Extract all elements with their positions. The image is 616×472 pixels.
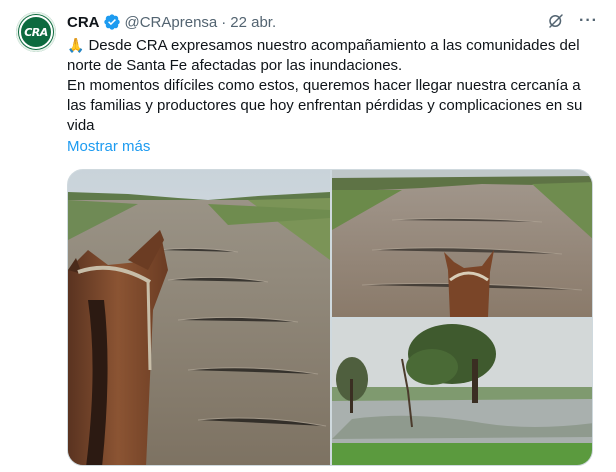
verified-badge-icon <box>103 13 121 31</box>
tweet-line-2: En momentos difíciles como estos, querem… <box>67 77 583 134</box>
media-photo-3[interactable] <box>332 319 592 465</box>
separator-dot: · <box>221 13 227 31</box>
tweet-line-1: Desde CRA expresamos nuestro acompañamie… <box>67 37 580 74</box>
tweet[interactable]: CRA CRA @CRAprensa · 22 abr. ··· 🙏 Desde … <box>0 0 616 472</box>
tweet-header: CRA @CRAprensa · 22 abr. <box>67 11 276 33</box>
tweet-paragraph-1: 🙏 Desde CRA expresamos nuestro acompañami… <box>67 35 597 76</box>
tweet-actions-top: ··· <box>547 12 598 30</box>
more-options-icon[interactable]: ··· <box>579 13 598 29</box>
media-grid <box>67 169 593 466</box>
author-name[interactable]: CRA <box>67 14 100 31</box>
avatar-logo: CRA <box>19 15 53 49</box>
avatar[interactable]: CRA <box>16 12 56 52</box>
tweet-text: 🙏 Desde CRA expresamos nuestro acompañami… <box>67 35 597 136</box>
pray-emoji-icon: 🙏 <box>67 37 85 53</box>
grok-icon[interactable] <box>547 12 565 30</box>
media-photo-1[interactable] <box>68 170 330 465</box>
media-photo-2[interactable] <box>332 170 592 317</box>
tweet-date[interactable]: 22 abr. <box>230 14 276 31</box>
author-handle[interactable]: @CRAprensa <box>125 14 218 31</box>
show-more-link[interactable]: Mostrar más <box>67 137 150 157</box>
